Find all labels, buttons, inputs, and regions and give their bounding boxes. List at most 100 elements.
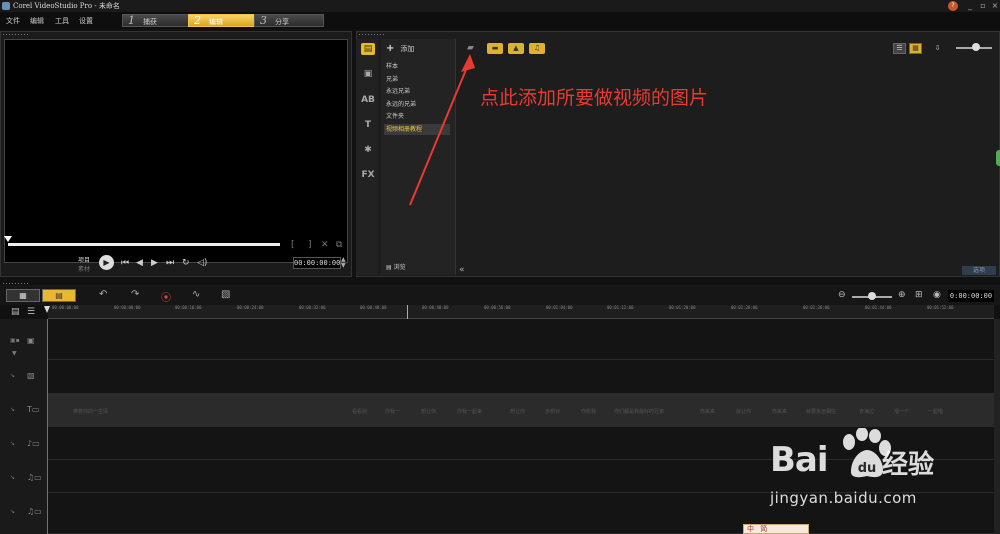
timeline-view-button[interactable]: ▤ [42,289,76,302]
graphic-icon[interactable]: ✱ [361,144,375,156]
overlay-track-icon: ▧ [27,371,35,380]
home-icon[interactable]: ⏮ [121,258,129,268]
redo-icon[interactable]: ↷ [131,289,139,300]
track-manager-icon[interactable]: ▤ [11,307,20,317]
auto-music-icon[interactable]: ▧ [221,289,230,300]
title-clip[interactable]: 就让你 [736,408,751,415]
preview-timecode[interactable]: 00:00:00:00 [293,257,341,269]
scrub-bar[interactable] [8,243,280,246]
show-photos-icon[interactable]: ▲ [508,43,524,54]
step-share-tab[interactable]: 3 分享 [254,14,324,27]
menu-tools[interactable]: 工具 [55,16,69,26]
video-track[interactable] [48,319,994,360]
title-clip[interactable]: 去海边 [859,408,874,415]
filter-icon[interactable]: FX [361,169,375,181]
title-clip[interactable]: 你来来 [700,408,715,415]
track-visibility-icon[interactable]: ↘ [10,440,15,447]
clip-mode-label[interactable]: 素材 [78,264,90,273]
step-edit-tab[interactable]: 2 编辑 [188,14,258,27]
volume-icon[interactable]: ◁) [197,258,207,268]
next-frame-icon[interactable]: ▶ [151,258,158,268]
watermark-url: jingyan.baidu.com [770,489,917,507]
zoom-out-icon[interactable]: ⊖ [838,290,846,300]
step-number: 1 [128,14,135,27]
title-clip[interactable]: 多想对 [545,408,560,415]
title-clip[interactable]: 想让你 [510,408,525,415]
title-track-icon: T▭ [27,405,40,414]
storyboard-view-button[interactable]: ▦ [6,289,40,302]
sort-icon[interactable]: ⇩ [931,43,944,54]
title-clip[interactable]: 你想我 [581,408,596,415]
track-visibility-icon[interactable]: ↘ [10,406,15,413]
scrub-handle[interactable] [4,236,12,242]
instant-project-icon[interactable]: ▣ [361,68,375,80]
thumbnail-size-knob[interactable] [972,43,980,51]
media-icon[interactable]: ▤ [361,43,375,55]
music-track-2-icon: ♫▭ [27,507,42,516]
timecode-spinner[interactable]: ▲ ▼ [341,257,346,269]
playhead-handle[interactable] [44,306,50,313]
title-clip[interactable]: 你我一 [385,408,400,415]
end-icon[interactable]: ⏭ [166,258,174,268]
transition-icon[interactable]: AB [361,94,375,106]
title-clip[interactable]: 你们都是我最好的兄弟 [614,408,664,415]
menu-settings[interactable]: 设置 [79,16,93,26]
browse-button[interactable]: ▤ 浏览 [386,262,406,271]
panel-grip[interactable] [2,33,28,36]
menu-file[interactable]: 文件 [6,16,20,26]
options-button[interactable]: 选项 [962,266,996,275]
ime-status-bar[interactable]: 中 简 [743,524,809,534]
zoom-in-icon[interactable]: ⊕ [898,290,906,300]
playhead[interactable] [47,319,48,534]
ime-language[interactable]: 中 [747,525,754,533]
help-icon[interactable]: ? [948,1,958,11]
restore-button[interactable]: ▫ [977,1,989,11]
split-icon[interactable]: ✕ [321,240,329,250]
title-clip[interactable]: 想让你 [421,408,436,415]
collapse-library-icon[interactable]: « [459,265,465,275]
mark-out-icon[interactable]: ] [308,240,312,250]
panel-grip[interactable] [358,33,384,36]
video-track-icon: ▣ [27,336,35,345]
track-visibility-icon[interactable]: ↘ [10,372,15,379]
previous-frame-icon[interactable]: ◀ [136,258,143,268]
project-mode-label[interactable]: 项目 [78,255,90,264]
fit-project-icon[interactable]: ⊞ [915,290,923,300]
thumbnail-view-icon[interactable]: ▦ [909,43,922,54]
track-visibility-icon[interactable]: ↘ [10,508,15,515]
title-clip[interactable]: 唱一个 [894,408,909,415]
chapter-icon[interactable]: ☰ [27,307,35,317]
play-button[interactable]: ▶ [99,255,114,270]
title-icon[interactable]: T [361,119,375,131]
undo-icon[interactable]: ↶ [99,289,107,300]
title-clip[interactable]: 你来来 [772,408,787,415]
timeline-scrollbar[interactable] [994,319,1000,534]
title-clip[interactable]: 一起唱 [928,408,943,415]
minimize-button[interactable]: _ [964,1,976,11]
project-duration-icon[interactable]: ◉ [933,290,941,300]
close-button[interactable]: × [989,1,1000,11]
menu-edit[interactable]: 编辑 [30,16,44,26]
overlay-track[interactable] [48,360,994,394]
track-visibility-icon[interactable]: ▣▪ [10,337,20,344]
panel-resize-handle[interactable] [996,150,1000,166]
title-clip[interactable]: 带着你的一生情 [73,408,108,415]
track-expand-icon[interactable]: ▼ [12,350,17,357]
list-view-icon[interactable]: ☰ [893,43,906,54]
enlarge-icon[interactable]: ⧉ [336,240,342,250]
ruler-tick: 00:01:36:00 [803,305,830,310]
record-capture-icon[interactable]: ⦿ [161,289,171,304]
title-clip[interactable]: 就要永远相信 [806,408,836,415]
track-header-column [0,319,48,534]
mark-in-icon[interactable]: [ [291,240,295,250]
audio-mixer-icon[interactable]: ∿ [192,289,200,300]
track-visibility-icon[interactable]: ↘ [10,474,15,481]
repeat-icon[interactable]: ↻ [182,258,190,268]
title-clip[interactable]: 看看别 [352,408,367,415]
show-audio-icon[interactable]: ♫ [529,43,545,54]
timeline-zoom-knob[interactable] [868,292,876,300]
ime-mode[interactable]: 简 [760,525,767,533]
step-number: 3 [260,14,267,27]
step-capture-tab[interactable]: 1 捕获 [122,14,192,27]
title-clip[interactable]: 你我一起来 [457,408,482,415]
